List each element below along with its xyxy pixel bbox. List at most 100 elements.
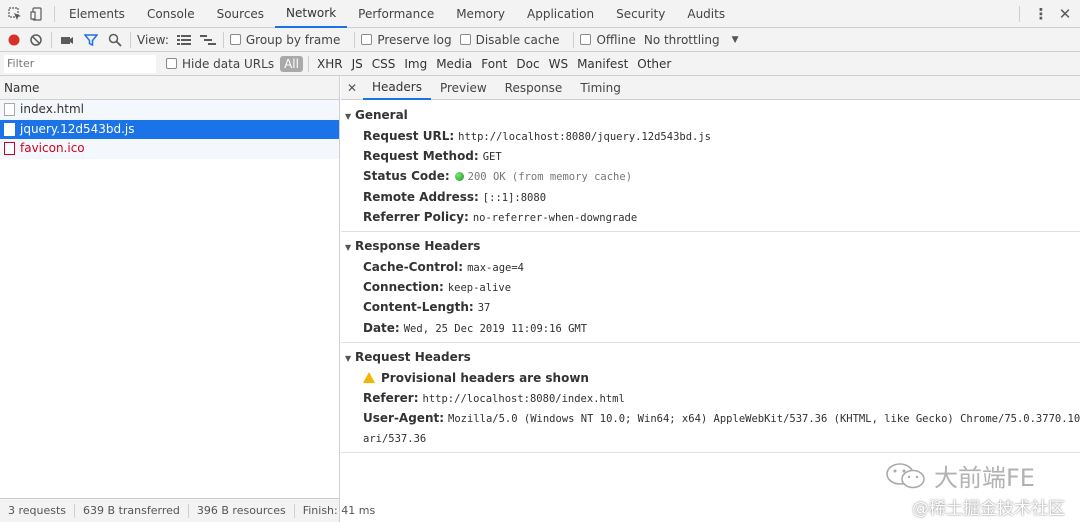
throttling-value: No throttling [643,32,720,47]
tab-security[interactable]: Security [605,0,676,28]
header-key: Date: [363,320,400,335]
header-key: Request URL: [363,129,455,143]
checkbox[interactable] [361,34,373,45]
header-value: max-age=4 [467,261,524,274]
divider [354,31,356,48]
response-headers-section: ▼ Response Headers Cache-Control: max-age=… [341,232,1080,343]
tab-sources[interactable]: Sources [206,0,275,28]
tab-elements[interactable]: Elements [58,0,136,28]
request-headers-header[interactable]: ▼ Request Headers [341,347,1080,368]
capture-screenshots-icon[interactable] [58,31,76,49]
filter-type-xhr[interactable]: XHR [313,56,347,72]
watermark: 大前端FE @稀土掘金技术社区 [880,458,1076,519]
section-title: Request Headers [355,349,471,364]
tab-timing[interactable]: Timing [571,76,630,100]
offline-checkbox[interactable]: Offline [580,33,636,47]
record-icon[interactable] [5,31,23,49]
header-key: Status Code: [363,169,450,184]
filter-type-all[interactable]: All [280,55,303,72]
divider [307,55,309,72]
referer-row: Referer: http://localhost:8080/index.html [341,388,1080,408]
header-key: Content-Length: [363,300,474,315]
tab-console[interactable]: Console [136,0,206,28]
header-value: ari/537.36 [363,433,427,446]
filter-type-css[interactable]: CSS [368,56,400,72]
watermark-subtitle: @稀土掘金技术社区 [912,499,1065,519]
filter-type-ws[interactable]: WS [545,56,572,72]
header-value: http://localhost:8080/index.html [422,392,625,405]
name-column-header[interactable]: Name [0,76,339,100]
throttling-select[interactable]: No throttling ▼ [644,33,739,47]
tab-performance[interactable]: Performance [347,0,445,28]
tab-audits[interactable]: Audits [676,0,736,28]
preserve-log-checkbox[interactable]: Preserve log [361,33,452,47]
cache-control-row: Cache-Control: max-age=4 [341,257,1080,277]
disable-cache-checkbox[interactable]: Disable cache [459,32,560,47]
filter-type-other[interactable]: Other [633,56,675,72]
request-list: Name index.html jquery.12d543bd.js favic… [0,76,340,498]
remote-address-row: Remote Address: [::1]:8080 [341,187,1080,207]
response-headers-header[interactable]: ▼ Response Headers [341,236,1080,257]
header-value: Wed, 25 Dec 2019 11:09:16 GMT [403,322,588,335]
divider [1019,5,1020,22]
header-key: Connection: [363,280,444,295]
close-icon[interactable]: ✕ [1056,5,1074,23]
section-title: General [355,108,408,122]
provisional-warning-row: Provisional headers are shown [341,368,1080,388]
tab-response[interactable]: Response [496,76,572,100]
checkbox[interactable] [229,34,241,45]
checkbox[interactable] [580,34,592,45]
checkbox[interactable] [166,58,177,69]
divider [222,31,224,48]
filter-type-doc[interactable]: Doc [512,56,543,72]
request-row-favicon[interactable]: favicon.ico [0,139,339,159]
request-count: 3 requests [0,503,76,518]
filter-type-img[interactable]: Img [400,56,431,72]
filter-type-js[interactable]: JS [348,56,367,72]
request-row-index-html[interactable]: index.html [0,100,339,120]
document-icon [4,122,15,136]
tab-memory[interactable]: Memory [445,0,516,28]
header-key: Remote Address: [363,189,479,204]
filter-type-font[interactable]: Font [477,56,511,72]
tab-network[interactable]: Network [275,0,348,28]
device-toolbar-icon[interactable] [28,5,46,23]
devtools-tab-bar: Elements Console Sources Network Perform… [0,0,1080,28]
header-value: 37 [477,302,491,315]
group-by-frame-checkbox[interactable]: Group by frame [229,33,340,47]
header-value: no-referrer-when-downgrade [472,211,638,224]
user-agent-row: User-Agent: Mozilla/5.0 (Windows NT 10.0;… [341,408,1080,428]
expand-triangle-icon: ▼ [345,353,352,363]
filter-input[interactable] [4,54,156,73]
transferred-size: 639 B transferred [75,503,189,518]
large-rows-icon[interactable] [175,31,193,49]
header-value: keep-alive [447,282,512,295]
filter-icon[interactable] [82,31,100,49]
request-row-jquery[interactable]: jquery.12d543bd.js [0,119,339,139]
close-icon[interactable]: ✕ [341,81,363,95]
disable-cache-label: Disable cache [475,32,560,47]
general-section-header[interactable]: ▼ General [341,105,1080,126]
header-key: Referer: [363,390,419,405]
clear-icon[interactable] [27,31,45,49]
divider [51,31,52,48]
hide-data-urls-checkbox[interactable]: Hide data URLs [166,57,274,71]
more-menu-icon[interactable]: ⋮ [1032,5,1050,23]
checkbox[interactable] [459,34,471,45]
tab-application[interactable]: Application [516,0,605,28]
expand-triangle-icon: ▼ [345,112,352,121]
connection-row: Connection: keep-alive [341,277,1080,297]
header-key: Cache-Control: [363,259,464,274]
divider [130,31,131,48]
waterfall-view-icon[interactable] [199,31,217,49]
divider [573,31,575,48]
user-agent-row-continued: ari/537.36 [341,428,1080,448]
filter-type-media[interactable]: Media [432,56,476,72]
search-icon[interactable] [106,31,124,49]
request-method-row: Request Method: GET [341,146,1080,166]
tab-headers[interactable]: Headers [363,76,431,100]
tab-preview[interactable]: Preview [431,76,496,100]
filter-type-manifest[interactable]: Manifest [573,56,632,72]
request-name: index.html [20,102,84,116]
inspect-element-icon[interactable] [6,5,24,23]
